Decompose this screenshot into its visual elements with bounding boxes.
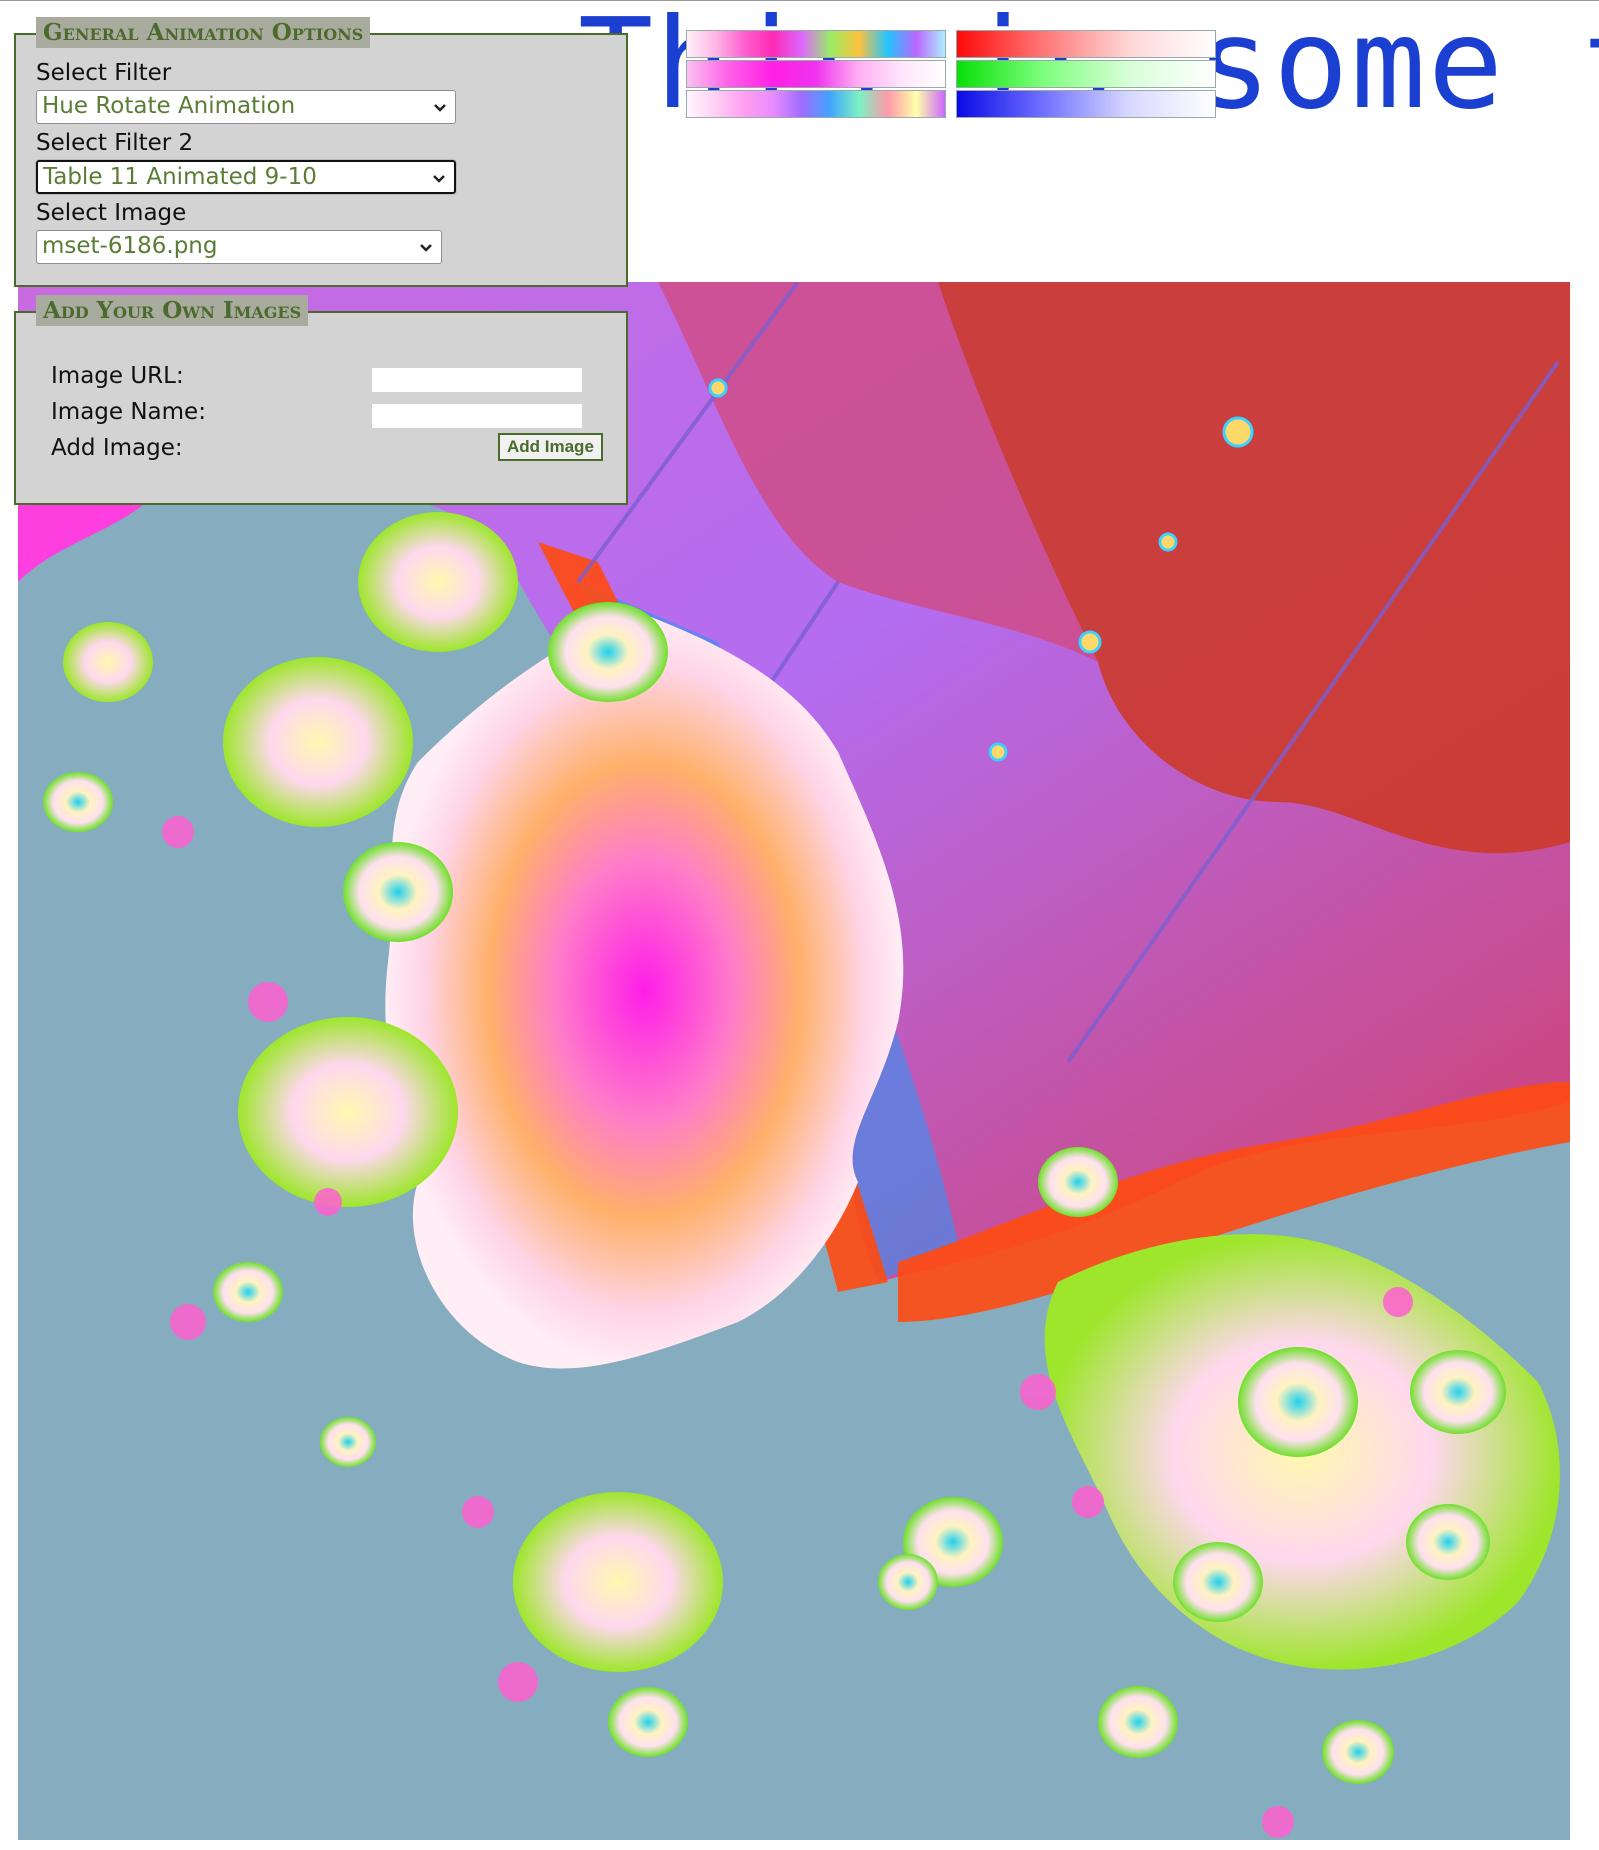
panel-legend: Add Your Own Images — [36, 295, 309, 326]
gradient-swatch — [686, 30, 946, 58]
image-url-input[interactable] — [372, 368, 582, 392]
chevron-down-icon — [433, 175, 445, 183]
image-name-input[interactable] — [372, 404, 582, 428]
red-channel-swatch — [956, 30, 1216, 58]
add-image-label: Add Image: — [51, 435, 183, 461]
gradient-swatch — [686, 90, 946, 118]
select-image-label: Select Image — [36, 200, 187, 226]
chevron-down-icon — [434, 104, 446, 112]
fractal-image — [18, 282, 1570, 1840]
chevron-down-icon — [420, 244, 432, 252]
image-url-label: Image URL: — [51, 363, 184, 389]
add-your-own-images-panel: Add Your Own Images Image URL: Image Nam… — [14, 295, 628, 505]
general-animation-options-panel: General Animation Options Select Filter … — [14, 17, 628, 287]
image-name-label: Image Name: — [51, 399, 206, 425]
image-select-value: mset-6186.png — [42, 233, 218, 259]
add-image-button[interactable]: Add Image — [498, 433, 603, 461]
blue-channel-swatch — [956, 90, 1216, 118]
filter-2-select[interactable]: Table 11 Animated 9-10 — [35, 159, 457, 195]
image-select[interactable]: mset-6186.png — [36, 230, 442, 264]
select-filter-2-label: Select Filter 2 — [36, 130, 194, 156]
select-filter-label: Select Filter — [36, 60, 172, 86]
filter-select[interactable]: Hue Rotate Animation — [36, 90, 456, 124]
filter-select-value: Hue Rotate Animation — [42, 93, 296, 119]
filter-2-select-value: Table 11 Animated 9-10 — [43, 164, 317, 190]
green-channel-swatch — [956, 60, 1216, 88]
gradient-swatch — [686, 60, 946, 88]
panel-legend: General Animation Options — [36, 17, 371, 48]
